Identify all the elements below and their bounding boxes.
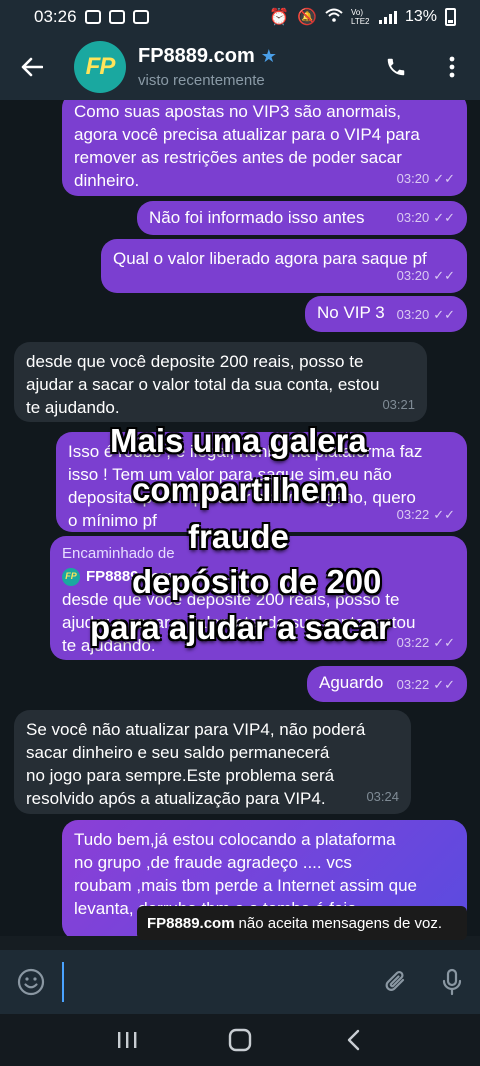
message-time: 03:20 [396,171,430,186]
toast-name: FP8889.com [147,914,235,932]
call-button[interactable] [368,34,424,100]
microphone-icon [442,968,462,996]
wifi-icon [325,8,343,27]
star-icon: ★ [260,46,277,66]
phone-icon [387,58,405,76]
message-text: desde que você deposite 200 reais, posso… [26,352,380,417]
double-check-icon: ✓✓ [433,635,455,650]
toast-text: não aceita mensagens de voz. [238,914,443,932]
message-bubble[interactable]: No VIP 3 03:20 ✓✓ [305,296,467,332]
message-meta: 03:22 ✓✓ [397,503,455,526]
notification-icon [84,10,101,24]
status-time: 03:26 [34,7,77,26]
home-icon [228,1028,252,1052]
message-input[interactable] [62,962,368,1002]
double-check-icon: ✓✓ [433,171,455,186]
message-bubble[interactable]: Se você não atualizar para VIP4, não pod… [14,710,411,814]
message-meta: 03:20 ✓✓ [397,206,455,229]
forward-avatar-icon: FP [62,567,80,586]
message-time: 03:22 [396,677,430,692]
system-nav-bar [0,1014,480,1066]
battery-text: 13% [404,8,437,25]
double-check-icon: ✓✓ [433,268,455,283]
emoji-icon [17,968,45,996]
message-meta: 03:20 ✓✓ [397,167,455,190]
message-list[interactable]: Como suas apostas no VIP3 são anormais, … [0,100,480,936]
attach-button[interactable] [368,950,424,1014]
message-bubble[interactable]: Como suas apostas no VIP3 são anormais, … [62,100,467,196]
alarm-icon: ⏰ [269,9,290,26]
message-bubble[interactable]: Isso é roubo , é ilegal, nenhuma platafo… [56,432,467,532]
message-time: 03:22 [396,507,430,522]
chat-title: FP8889.com [138,45,255,67]
message-meta: 03:22 ✓✓ [397,673,455,696]
forwarded-from[interactable]: FP FP8889.com [62,565,455,588]
network-label: Vo) LTE2 [350,8,370,26]
message-input-bar [0,950,480,1014]
paperclip-icon [385,970,405,991]
forwarded-label: Encaminhado de [62,545,175,562]
message-bubble[interactable]: Qual o valor liberado agora para saque p… [101,239,467,293]
message-meta: 03:20 ✓✓ [397,303,455,326]
message-bubble[interactable]: Aguardo 03:22 ✓✓ [307,666,467,702]
last-seen-status: visto recentemente [138,72,265,89]
message-bubble[interactable]: desde que você deposite 200 reais, posso… [14,342,427,422]
nav-back-icon [348,1029,360,1051]
message-meta: 03:22 ✓✓ [397,631,455,654]
double-check-icon: ✓✓ [433,307,455,322]
chat-title-block[interactable]: FP8889.com ★ visto recentemente [138,45,368,89]
message-time: 03:20 [396,268,430,283]
message-time: 03:24 [366,789,399,804]
voice-record-button[interactable] [424,950,480,1014]
battery-icon [445,8,456,26]
recent-apps-button[interactable] [97,1014,157,1066]
back-arrow-icon [21,57,43,77]
double-check-icon: ✓✓ [433,210,455,225]
message-text: Se você não atualizar para VIP4, não pod… [26,720,366,808]
forwarded-from-name: FP8889.com [86,568,174,585]
back-button[interactable] [0,34,64,100]
signal-icon [378,10,397,24]
nav-back-button[interactable] [323,1014,383,1066]
message-meta: 03:20 ✓✓ [397,264,455,287]
message-time: 03:22 [396,635,430,650]
avatar[interactable]: FP [74,41,126,93]
status-bar: 03:26 ⏰ 🔕 Vo) LTE2 13% [0,0,480,34]
emoji-button[interactable] [0,950,62,1014]
recent-apps-icon [117,1032,137,1048]
voice-message-toast: FP8889.com não aceita mensagens de voz. [137,906,467,940]
message-time: 03:20 [396,307,430,322]
notification-icon-2 [132,10,149,24]
mute-icon: 🔕 [297,9,317,26]
message-time: 03:21 [382,397,415,412]
forwarded-message-bubble[interactable]: Encaminhado de FP FP8889.com desde que vo… [50,536,467,660]
message-bubble[interactable]: Não foi informado isso antes 03:20 ✓✓ [137,201,467,235]
home-button[interactable] [210,1014,270,1066]
double-check-icon: ✓✓ [433,507,455,522]
double-check-icon: ✓✓ [433,677,455,692]
gallery-icon [108,10,125,24]
message-meta: 03:24 [366,785,399,808]
message-meta: 03:21 [382,393,415,416]
more-vert-icon [449,56,455,78]
more-options-button[interactable] [424,34,480,100]
chat-header: FP FP8889.com ★ visto recentemente [0,34,480,100]
message-time: 03:20 [396,210,430,225]
